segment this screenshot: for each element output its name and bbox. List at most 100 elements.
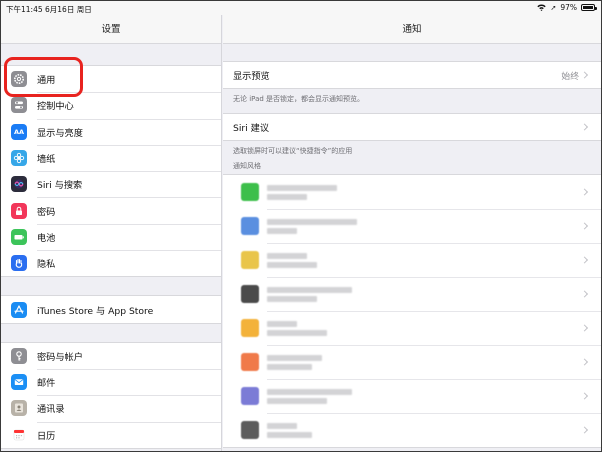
preview-footnote: 无论 iPad 是否锁定，都会显示通知预览。 <box>233 95 365 103</box>
app-notification-row[interactable] <box>223 311 601 345</box>
location-icon: ➚ <box>550 3 557 12</box>
blurred-app-name <box>267 388 352 404</box>
sidebar-item-label: Siri 与搜索 <box>37 180 83 192</box>
chevron-right-icon <box>580 71 589 79</box>
app-notification-row[interactable] <box>223 379 601 413</box>
app-list <box>223 174 601 448</box>
sidebar-item-label: 墙纸 <box>37 154 56 166</box>
chevron-right-icon <box>580 324 589 332</box>
flower-icon <box>11 150 27 167</box>
sidebar-item-label: 密码 <box>37 206 56 218</box>
chevron-right-icon <box>580 358 589 366</box>
redacted-text <box>267 397 327 404</box>
sidebar-item-contacts[interactable]: 通讯录 <box>1 395 221 421</box>
sidebar-item-lock[interactable]: 密码 <box>1 197 221 223</box>
notification-style-header: 通知风格 <box>233 162 261 170</box>
app-icon <box>241 217 259 235</box>
app-notification-row[interactable] <box>223 413 601 447</box>
app-icon <box>241 319 259 337</box>
app-notification-row[interactable] <box>223 243 601 277</box>
sidebar-item-label: 通用 <box>37 75 56 87</box>
sidebar-group-accounts: 密码与帐户邮件通讯录日历 <box>1 341 221 449</box>
sidebar-item-toggles[interactable]: 控制中心 <box>1 92 221 118</box>
blurred-app-name <box>267 184 337 200</box>
redacted-text <box>267 431 312 438</box>
sidebar-item-gear[interactable]: 通用 <box>1 66 221 92</box>
sidebar-item-battery[interactable]: 电池 <box>1 223 221 250</box>
redacted-text <box>267 422 297 429</box>
show-previews-label: 显示预览 <box>233 71 270 82</box>
chevron-right-icon <box>580 188 589 196</box>
battery-status-icon <box>581 4 597 11</box>
redacted-text <box>267 320 297 327</box>
sidebar-item-flower[interactable]: 墙纸 <box>1 144 221 171</box>
wifi-icon <box>537 4 547 11</box>
redacted-text <box>267 252 307 259</box>
show-previews-value: 始终 <box>561 71 579 82</box>
blurred-app-name <box>267 252 317 268</box>
blurred-app-name <box>267 422 312 438</box>
app-notification-row[interactable] <box>223 345 601 379</box>
redacted-text <box>267 286 352 293</box>
siri-suggestions-label: Siri 建议 <box>233 123 270 134</box>
sidebar-item-label: 通讯录 <box>37 404 65 416</box>
sidebar-item-mail[interactable]: 邮件 <box>1 368 221 395</box>
redacted-text <box>267 193 307 200</box>
app-store-icon <box>11 301 27 318</box>
sidebar-group-store: iTunes Store 与 App Store <box>1 295 221 324</box>
chevron-right-icon <box>580 426 589 434</box>
sidebar-item-text-size[interactable]: AA 显示与亮度 <box>1 118 221 145</box>
sidebar-item-siri[interactable]: Siri 与搜索 <box>1 171 221 197</box>
siri-icon <box>11 176 27 193</box>
sidebar-item-label: 日历 <box>37 430 56 442</box>
sidebar-item-label: 邮件 <box>37 378 56 390</box>
app-notification-row[interactable] <box>223 209 601 243</box>
hand-icon <box>11 255 27 272</box>
siri-suggestions-row[interactable]: Siri 建议 <box>223 114 601 140</box>
sidebar-item-label: 密码与帐户 <box>37 351 83 363</box>
settings-sidebar: 设置 通用控制中心 AA 显示与亮度墙纸 Siri 与搜索 密码电池隐私 iTunes … <box>1 15 222 451</box>
redacted-text <box>267 295 317 302</box>
text-size-glyph: AA <box>13 127 25 136</box>
app-icon <box>241 387 259 405</box>
contacts-icon <box>11 400 27 417</box>
blurred-app-name <box>267 218 357 234</box>
show-previews-row[interactable]: 显示预览 始终 <box>223 62 601 88</box>
blurred-app-name <box>267 286 352 302</box>
siri-card: Siri 建议 <box>223 113 601 141</box>
redacted-text <box>267 388 352 395</box>
sidebar-item-app-store[interactable]: iTunes Store 与 App Store <box>1 296 221 322</box>
sidebar-item-key[interactable]: 密码与帐户 <box>1 343 221 369</box>
redacted-text <box>267 354 322 361</box>
chevron-right-icon <box>580 222 589 230</box>
sidebar-item-label: 隐私 <box>37 259 56 271</box>
sidebar-title: 设置 <box>1 15 221 44</box>
redacted-text <box>267 184 337 191</box>
sidebar-group-system: 通用控制中心 AA 显示与亮度墙纸 Siri 与搜索 密码电池隐私 <box>1 65 221 278</box>
status-bar: 下午11:45 6月16日 周日 ➚ 97% <box>1 1 601 15</box>
battery-fill <box>583 6 593 9</box>
app-icon <box>241 285 259 303</box>
mail-icon <box>11 374 27 391</box>
app-icon <box>241 421 259 439</box>
sidebar-item-hand[interactable]: 隐私 <box>1 250 221 276</box>
siri-footnote: 选取锁屏时可以建议“快捷指令”的应用 <box>233 147 353 155</box>
preview-card: 显示预览 始终 <box>223 61 601 89</box>
toggles-icon <box>11 97 27 114</box>
sidebar-item-label: 显示与亮度 <box>37 127 83 139</box>
redacted-text <box>267 261 317 268</box>
sidebar-item-label: 电池 <box>37 232 56 244</box>
app-icon <box>241 251 259 269</box>
battery-icon <box>11 228 27 245</box>
redacted-text <box>267 218 357 225</box>
sidebar-item-label: iTunes Store 与 App Store <box>37 305 154 317</box>
status-right: ➚ 97% <box>537 3 597 12</box>
panel-title: 通知 <box>223 15 601 44</box>
app-notification-row[interactable] <box>223 277 601 311</box>
text-size-icon: AA <box>11 123 27 140</box>
sidebar-item-calendar[interactable]: 日历 <box>1 421 221 448</box>
key-icon <box>11 347 27 364</box>
app-icon <box>241 353 259 371</box>
lock-icon <box>11 202 27 219</box>
app-notification-row[interactable] <box>223 175 601 209</box>
